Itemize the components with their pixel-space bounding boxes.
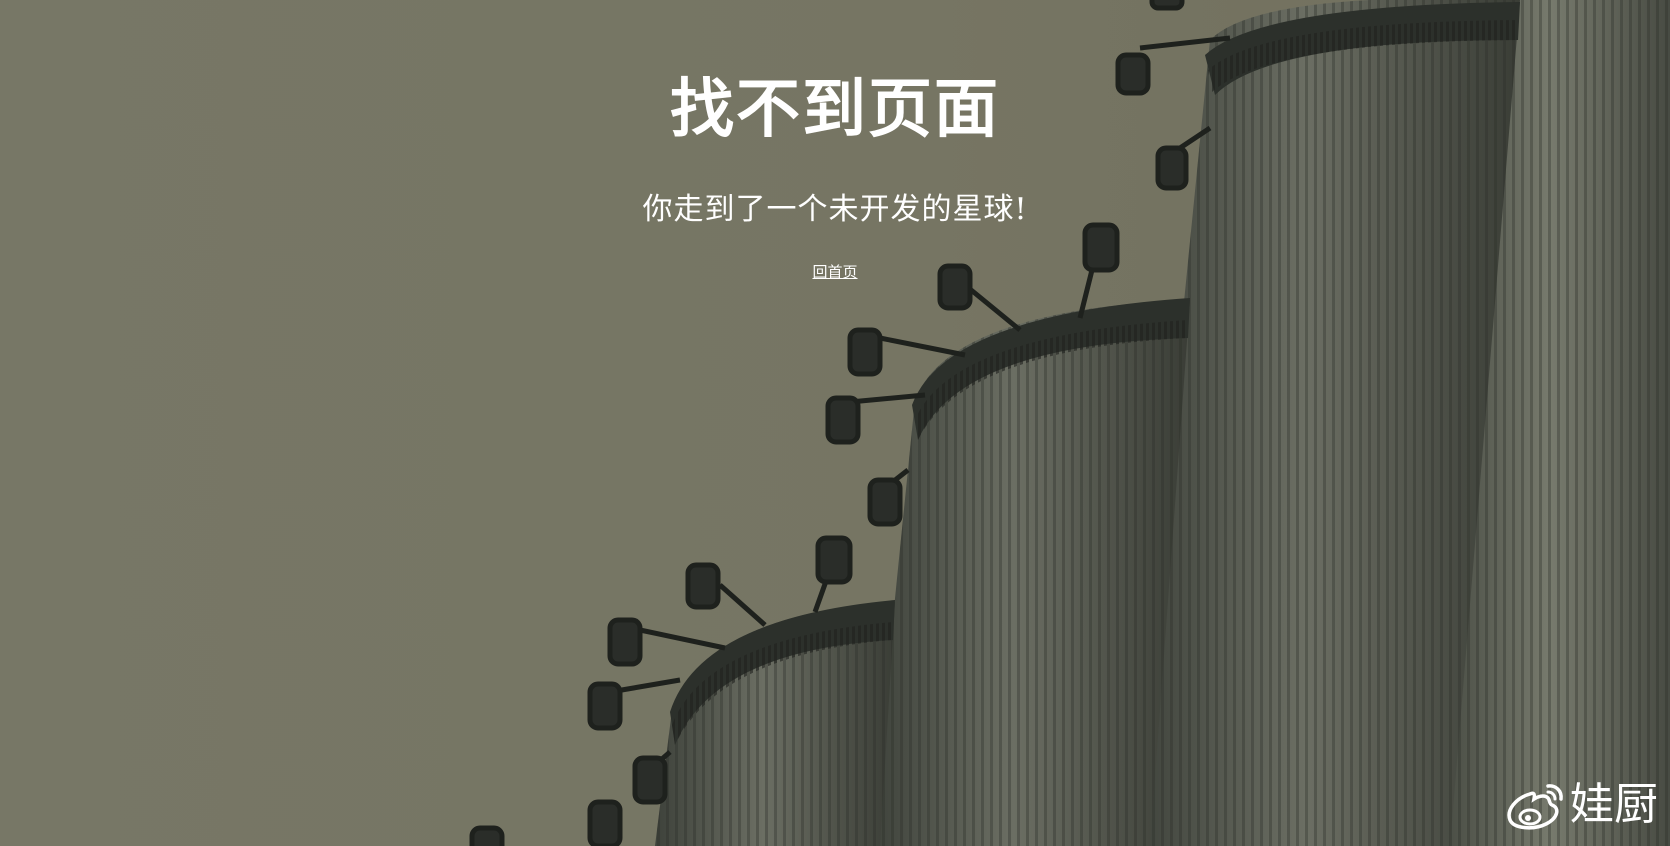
home-link-container: 回首页	[0, 262, 1670, 282]
page-title: 找不到页面	[670, 72, 1000, 147]
back-home-link[interactable]: 回首页	[812, 263, 857, 281]
watermark: 娃厨	[1504, 780, 1658, 830]
weibo-icon	[1507, 784, 1563, 830]
watermark-text: 娃厨	[1570, 779, 1658, 830]
page-subtitle: 你走到了一个未开发的星球!	[642, 192, 1028, 227]
not-found-page: 找不到页面 你走到了一个未开发的星球! 回首页 娃厨	[0, 0, 1670, 846]
